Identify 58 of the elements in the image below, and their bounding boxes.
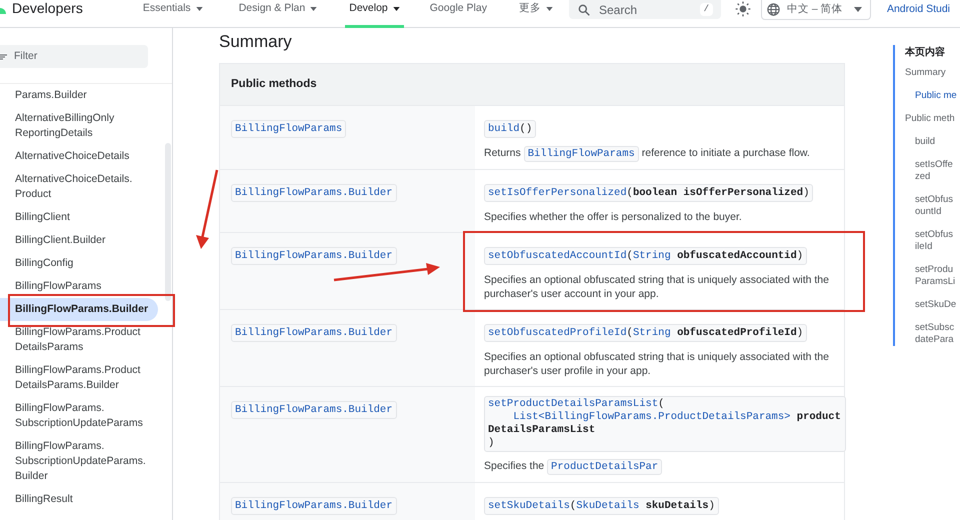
toc-link[interactable]: build xyxy=(905,136,960,148)
method-description: Specifies an optional obfuscated string that is uniquely associated with the purchaser's user profile in your app. xyxy=(484,350,830,378)
sidebar-item[interactable]: BillingResult xyxy=(0,488,158,511)
sidebar-item[interactable]: BillingClient.Builder xyxy=(0,229,158,252)
return-type-link[interactable]: BillingFlowParams.Builder xyxy=(231,401,397,419)
toc-link[interactable]: setObfus ileId xyxy=(905,229,960,253)
nav-tab[interactable]: Design & Plan xyxy=(234,0,322,28)
method-description: Returns BillingFlowParams reference to initiate a purchase flow. xyxy=(484,146,811,161)
toc-link[interactable]: setIsOffe zed xyxy=(905,159,960,183)
method-description: Specifies whether the offer is personalized to the buyer. xyxy=(484,210,743,224)
return-type-link[interactable]: BillingFlowParams.Builder xyxy=(231,247,397,265)
sidebar-item[interactable]: BillingFlowParams.Product DetailsParams.Builder xyxy=(0,359,158,397)
toc-link[interactable]: setObfus ountId xyxy=(905,194,960,218)
filter-field[interactable]: Filter xyxy=(0,45,148,68)
nav-tab[interactable]: Essentials xyxy=(138,0,207,28)
toc-link[interactable]: Summary xyxy=(905,67,960,79)
return-type-link[interactable]: BillingFlowParams.Builder xyxy=(231,324,397,342)
keyboard-shortcut: / xyxy=(700,2,713,16)
return-type-link[interactable]: BillingFlowParams.Builder xyxy=(231,497,397,515)
toc-title: 本页内容 xyxy=(905,45,946,60)
table-title: Public methods xyxy=(220,64,844,105)
sidebar-item[interactable]: AlternativeChoiceDetails. Product xyxy=(0,168,158,206)
method-signature[interactable]: setObfuscatedAccountId(String obfuscatedAccountid) xyxy=(484,247,808,265)
section-heading: Summary xyxy=(219,31,293,53)
language-label: 中文 – 简体 xyxy=(786,2,844,17)
sidebar-item[interactable]: AlternativeBillingOnly ReportingDetails xyxy=(0,107,158,145)
sidebar-item[interactable]: BillingFlowParams.Product DetailsParams xyxy=(0,321,158,359)
sidebar-item[interactable]: Params.Builder xyxy=(0,84,158,107)
method-signature[interactable]: build() xyxy=(484,120,536,138)
sidebar-item[interactable]: BillingClient xyxy=(0,206,158,229)
toc-link[interactable]: Public me xyxy=(905,90,960,102)
nav-tab[interactable]: Develop xyxy=(345,0,404,28)
nav-tab[interactable]: Google Play xyxy=(426,0,491,28)
search-placeholder: Search xyxy=(598,2,638,18)
toc-link[interactable]: setSubsc datePara xyxy=(905,322,960,346)
sidebar-item[interactable]: BillingConfig xyxy=(0,252,158,275)
sidebar-item[interactable]: BillingFlowParams.Builder xyxy=(0,298,158,321)
sidebar-item[interactable]: BillingFlowParams. SubscriptionUpdateParams. Builder xyxy=(0,435,158,488)
sidebar-item[interactable]: BillingFlowParams xyxy=(0,275,158,298)
nav-tab[interactable]: 更多 xyxy=(514,0,557,28)
toc-link[interactable]: setProdu ParamsLi xyxy=(905,264,960,288)
sidebar-item[interactable]: AlternativeChoiceDetails xyxy=(0,145,158,168)
method-signature[interactable]: setObfuscatedProfileId(String obfuscatedProfileId) xyxy=(484,324,808,342)
search-field[interactable]: Search / xyxy=(568,0,721,19)
return-type-link[interactable]: BillingFlowParams xyxy=(231,120,346,138)
filter-placeholder: Filter xyxy=(14,48,38,64)
toc-link[interactable]: Public meth xyxy=(905,113,960,125)
android-studio-link[interactable]: Android Studi xyxy=(886,2,950,18)
sidebar-item[interactable]: BillingFlowParams. SubscriptionUpdateParams xyxy=(0,397,158,435)
method-signature[interactable]: setSkuDetails(SkuDetails skuDetails) xyxy=(484,497,719,515)
language-selector[interactable]: 中文 – 简体 xyxy=(760,0,871,20)
method-signature[interactable]: setIsOfferPersonalized(boolean isOfferPersonalized) xyxy=(484,184,814,202)
method-signature[interactable]: setProductDetailsParamsList( List<BillingFlowParams.ProductDetailsParams> productDetailsParamsList ) xyxy=(484,396,846,452)
site-logo[interactable]: Developers xyxy=(12,0,83,19)
return-type-link[interactable]: BillingFlowParams.Builder xyxy=(231,184,397,202)
toc-link[interactable]: setSkuDe xyxy=(905,299,960,311)
method-description: Specifies an optional obfuscated string that is uniquely associated with the purchaser's user account in your app. xyxy=(484,273,830,301)
method-description: Specifies the ProductDetailsPar xyxy=(484,459,841,474)
